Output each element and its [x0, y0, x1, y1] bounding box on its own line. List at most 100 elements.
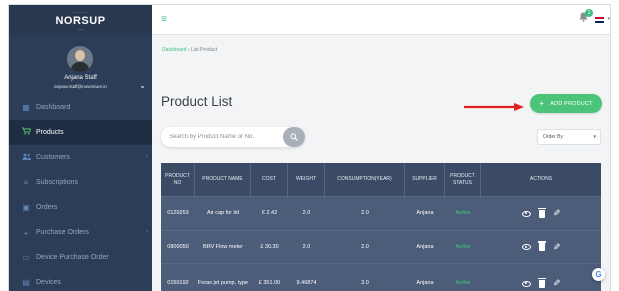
chevron-down-icon: ▾ [593, 134, 596, 140]
plus-icon: + [539, 99, 545, 108]
delete-trash-icon[interactable] [537, 277, 546, 288]
sidebar-item-products[interactable]: Products [9, 120, 152, 145]
sidebar-item-label: Products [36, 128, 64, 136]
cell-supplier: Anjana [416, 280, 434, 286]
breadcrumb-current: List Product [190, 47, 218, 53]
sidebar: ~~~~~ NORSUP ~~~ Anjana Staff anjana-sta… [9, 5, 152, 291]
sidebar-item-device-purchase-order[interactable]: ▭ Device Purchase Order [9, 245, 152, 270]
sidebar-nav: ▦ Dashboard Products Customers › ≡ Subsc… [9, 95, 152, 291]
col-supplier[interactable]: SUPPLIER [405, 163, 445, 196]
row-actions: ✎ [481, 197, 601, 230]
col-cost[interactable]: COST [251, 163, 288, 196]
cell-supplier: Anjana [416, 243, 434, 250]
page-title: Product List [161, 94, 233, 109]
add-product-button[interactable]: + ADD PRODUCT [530, 94, 602, 113]
status-badge: Active [455, 280, 471, 286]
cell-consumption: 2.0 [361, 243, 369, 250]
cell-weight: 9.46874 [296, 280, 317, 286]
row-actions: ✎ [481, 231, 601, 263]
calendar-icon: ▣ [22, 202, 30, 212]
avatar-body [71, 62, 89, 72]
breadcrumb: Dashboard › List Product [162, 47, 217, 53]
cell-product-no: 0120253 [167, 210, 189, 216]
expand-arrow-icon: › [146, 154, 148, 160]
sidebar-item-label: Subscriptions [36, 178, 79, 186]
sidebar-item-label: Devices [36, 278, 61, 286]
cell-consumption: 3.0 [361, 280, 369, 286]
cell-product-no: 0150192 [167, 280, 189, 286]
sidebar-item-label: Purchase Orders [36, 228, 89, 236]
col-consumption[interactable]: CONSUMPTION(YEAR) [325, 163, 405, 196]
product-table: PRODUCT NO PRODUCT NAME COST WEIGHT CONS… [161, 163, 601, 291]
delete-trash-icon[interactable] [537, 241, 546, 251]
user-email: anjana-staff@nuventure.in [54, 84, 107, 89]
add-product-label: ADD PRODUCT [550, 100, 593, 107]
search-button[interactable] [283, 127, 305, 147]
delete-trash-icon[interactable] [537, 207, 546, 218]
cell-supplier: Anjana [416, 210, 434, 216]
cell-product-no: 0800050 [167, 243, 189, 250]
col-actions: ACTIONS [529, 176, 553, 182]
sidebar-item-label: Orders [36, 203, 58, 211]
sidebar-item-label: Dashboard [36, 103, 71, 111]
grid-icon: ▦ [22, 102, 30, 112]
search-box [161, 127, 305, 147]
col-weight[interactable]: WEIGHT [288, 163, 325, 196]
view-eye-icon[interactable] [521, 280, 531, 287]
cell-product-name: Foras jet pump, type [197, 280, 249, 286]
table-header: PRODUCT NO PRODUCT NAME COST WEIGHT CONS… [161, 163, 601, 196]
list-icon: ≡ [23, 177, 29, 187]
order-by-select[interactable]: Order By ▾ [537, 129, 601, 145]
expand-arrow-icon: › [146, 229, 148, 235]
brand-logo[interactable]: ~~~~~ NORSUP ~~~ [9, 5, 152, 35]
search-input[interactable] [169, 131, 277, 143]
table-row: 0120253 Air cap for lid € 2.42 2.0 2.0 A… [161, 196, 601, 230]
basket-icon: ◒ [23, 227, 29, 237]
cell-product-name: BRV Flow meter [203, 243, 243, 250]
sidebar-item-dashboard[interactable]: ▦ Dashboard [9, 95, 152, 120]
brand-name: NORSUP [55, 14, 106, 27]
table-row: 0800050 BRV Flow meter £ 30.30 2.0 2.0 A… [161, 230, 601, 263]
notification-count-badge: 1 [585, 9, 593, 17]
sidebar-item-label: Device Purchase Order [36, 253, 109, 261]
breadcrumb-dashboard-link[interactable]: Dashboard [162, 47, 186, 53]
user-name: Anjana Staff [64, 75, 97, 81]
user-menu-chevron-icon[interactable]: ⌄ [139, 81, 146, 90]
laptop-icon: ▭ [22, 252, 30, 262]
user-profile: Anjana Staff anjana-staff@nuventure.in ⌄ [9, 35, 152, 95]
edit-pencil-icon[interactable]: ✎ [553, 208, 561, 218]
brand-logo-sub: ~~~ [77, 26, 84, 31]
avatar [67, 46, 93, 72]
edit-pencil-icon[interactable]: ✎ [553, 242, 561, 252]
cell-cost: £ 30.30 [260, 243, 279, 250]
breadcrumb-separator: › [187, 47, 190, 53]
row-actions: ✎ [481, 264, 601, 291]
status-badge: Active [455, 243, 471, 250]
menu-toggle-icon[interactable]: ≡ [161, 15, 167, 25]
language-flag-icon[interactable] [595, 17, 604, 23]
sidebar-item-label: Customers [36, 153, 70, 161]
view-eye-icon[interactable] [521, 210, 531, 217]
search-icon [290, 133, 298, 141]
edit-pencil-icon[interactable]: ✎ [553, 278, 561, 288]
status-badge: Active [455, 210, 471, 216]
col-product-no[interactable]: PRODUCT NO [161, 163, 195, 196]
sidebar-item-subscriptions[interactable]: ≡ Subscriptions [9, 170, 152, 195]
col-product-status[interactable]: PRODUCT STATUS [445, 163, 481, 196]
view-eye-icon[interactable] [521, 244, 531, 250]
order-by-value: Order By [543, 134, 564, 140]
sidebar-item-devices[interactable]: ▤ Devices [9, 270, 152, 291]
sidebar-item-purchase-orders[interactable]: ◒ Purchase Orders › [9, 220, 152, 245]
cell-cost: £ 351.00 [258, 280, 281, 286]
language-chevron-icon[interactable]: ▾ [607, 16, 610, 22]
google-g-icon[interactable]: G [592, 268, 605, 281]
cell-product-name: Air cap for lid [206, 210, 240, 216]
cart-icon [21, 127, 31, 137]
sidebar-item-customers[interactable]: Customers › [9, 145, 152, 170]
sidebar-item-orders[interactable]: ▣ Orders [9, 195, 152, 220]
table-row: 0150192 Foras jet pump, type £ 351.00 9.… [161, 263, 601, 291]
col-product-name[interactable]: PRODUCT NAME [195, 163, 251, 196]
device-icon: ▤ [22, 277, 30, 287]
cell-consumption: 2.0 [361, 210, 369, 216]
top-bar: ≡ 1 ▾ [152, 5, 610, 35]
